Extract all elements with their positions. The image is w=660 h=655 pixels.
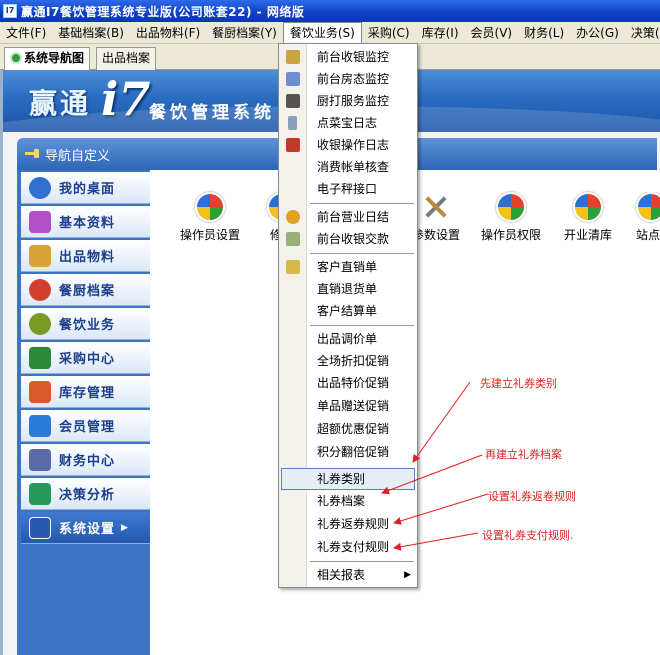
- annotation-arrow-3: [393, 493, 489, 525]
- annotation-create-voucher-archive: 再建立礼券档案: [485, 448, 562, 461]
- annotation-arrow-1: [412, 381, 471, 463]
- annotation-set-voucher-payment-rule: 设置礼券支付规则.: [482, 529, 574, 542]
- annotation-set-voucher-return-rule: 设置礼券返卷规则: [488, 490, 576, 503]
- annotation-create-voucher-category: 先建立礼券类别: [480, 377, 557, 390]
- annotation-arrows: [381, 381, 489, 551]
- annotation-arrow-2: [381, 454, 483, 495]
- annotation-arrow-4: [393, 532, 479, 551]
